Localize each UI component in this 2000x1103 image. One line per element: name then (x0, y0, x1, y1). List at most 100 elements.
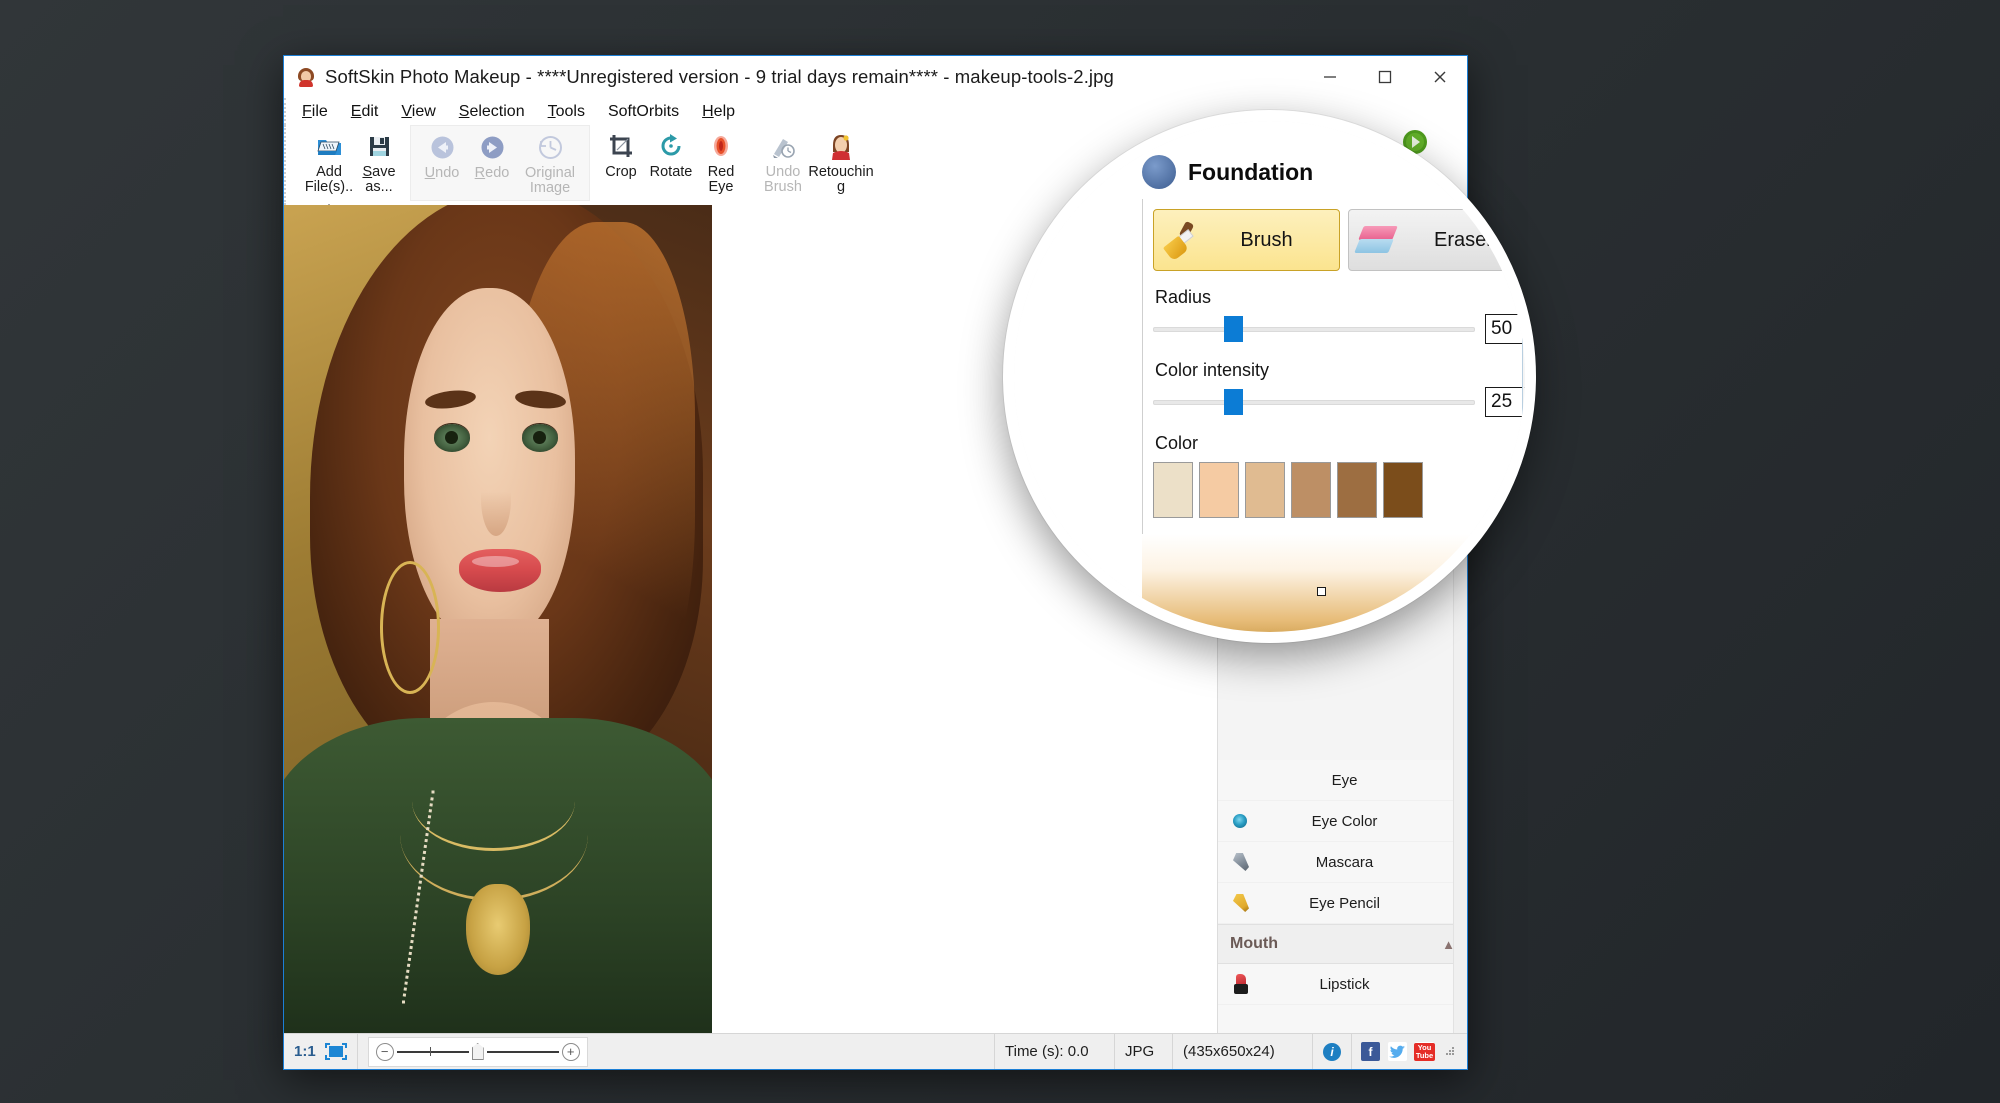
color-intensity-slider-knob[interactable] (1223, 389, 1243, 415)
color-swatch-2[interactable] (1245, 462, 1285, 518)
time-label: Time (s): 0.0 (1005, 1043, 1089, 1060)
crop-button[interactable]: Crop (596, 127, 646, 180)
sidebar-item-eye-pencil[interactable]: Eye Pencil (1218, 883, 1467, 924)
redo-label: Redo (474, 165, 510, 181)
paint-brush-icon (1162, 220, 1202, 262)
foundation-circle-icon-magnified (1142, 155, 1176, 189)
zoom-in-button[interactable]: + (561, 1042, 580, 1061)
toolbar-group-file: Add File(s)... Save as... (298, 125, 410, 210)
sidebar-item-mascara[interactable]: Mascara (1218, 842, 1467, 883)
rotate-label: Rotate (649, 164, 693, 180)
window-title: SoftSkin Photo Makeup - ****Unregistered… (325, 66, 1114, 87)
color-swatch-3[interactable] (1291, 462, 1331, 518)
add-files-button[interactable]: Add File(s)... (304, 127, 354, 210)
color-swatch-4[interactable] (1337, 462, 1377, 518)
clock-history-icon (537, 132, 564, 162)
radius-slider[interactable] (1153, 316, 1475, 342)
facebook-icon[interactable]: f (1361, 1042, 1380, 1061)
zoom-slider-track[interactable] (396, 1046, 469, 1056)
radius-value-field[interactable]: 50 (1485, 314, 1525, 344)
radius-slider-track[interactable] (1153, 327, 1475, 332)
save-as-label: Save as... (362, 164, 396, 195)
rotate-button[interactable]: Rotate (646, 127, 696, 180)
youtube-icon[interactable]: You Tube (1413, 1042, 1436, 1061)
menu-item-selection[interactable]: Selection (457, 102, 527, 122)
toolbar-group-history: Undo Redo Original Image (410, 125, 590, 201)
menu-label-tools: ools (555, 102, 585, 120)
undo-button[interactable]: Undo (417, 128, 467, 181)
magnified-panel-header: Foundation (1014, 121, 1525, 199)
window-controls (1302, 56, 1467, 98)
zoom-out-button[interactable]: − (375, 1042, 394, 1061)
color-swatch-5[interactable] (1383, 462, 1423, 518)
menu-item-tools[interactable]: Tools (546, 102, 587, 122)
image-canvas[interactable] (284, 205, 712, 1033)
toolbar-group-retouch: Undo Brush Retouching (752, 125, 880, 201)
sidebar-item-eye[interactable]: Eye (1218, 760, 1467, 801)
info-icon[interactable]: i (1323, 1042, 1341, 1061)
zoom-slider-knob[interactable] (471, 1043, 484, 1060)
fit-to-window-icon[interactable] (324, 1043, 347, 1060)
app-icon (296, 67, 316, 87)
crop-label: Crop (605, 164, 637, 180)
menu-item-view[interactable]: View (399, 102, 437, 122)
red-eye-button[interactable]: Red Eye (696, 127, 746, 195)
undo-label: Undo (424, 165, 460, 181)
undo-brush-icon (770, 131, 796, 161)
sidebar-item-eye-color[interactable]: Eye Color (1218, 801, 1467, 842)
zoom-ratio-label: 1:1 (294, 1043, 316, 1060)
original-image-label: Original Image (525, 165, 575, 196)
color-intensity-value-field[interactable]: 25 (1485, 387, 1525, 417)
gradient-marker[interactable] (1317, 587, 1326, 596)
resize-grip[interactable] (1442, 1044, 1458, 1059)
menu-item-edit[interactable]: Edit (349, 102, 381, 122)
color-intensity-label: Color intensity (1155, 360, 1270, 380)
save-as-button[interactable]: Save as... (354, 127, 404, 195)
eye-color-icon (1230, 810, 1252, 832)
menu-label-help: elp (713, 102, 736, 120)
menu-item-file[interactable]: File (300, 102, 330, 122)
status-bar: 1:1 − + Time (s): 0.0 JPG (435x650x24) i… (284, 1033, 1467, 1069)
color-intensity-slider-track[interactable] (1153, 400, 1475, 405)
zoom-ratio-cell[interactable]: 1:1 (284, 1034, 358, 1069)
menu-item-help[interactable]: Help (700, 102, 737, 122)
sidebar-section-mouth[interactable]: Mouth ▲ (1218, 924, 1467, 964)
open-folder-icon (316, 131, 343, 161)
original-image-button[interactable]: Original Image (517, 128, 583, 196)
minimize-button[interactable] (1302, 56, 1357, 98)
twitter-icon[interactable] (1388, 1042, 1407, 1061)
zoom-slider[interactable]: − + (367, 1036, 588, 1067)
sidebar-item-lipstick[interactable]: Lipstick (1218, 964, 1467, 1005)
magnified-panel-content: Foundation Brush Eraser Radius 50 Color … (1014, 121, 1525, 632)
eye-icon (1230, 769, 1252, 791)
mode-buttons: Brush Eraser (1153, 209, 1525, 271)
portrait-photo (284, 205, 712, 1033)
eraser-mode-label: Eraser (1434, 228, 1493, 251)
menu-item-softorbits[interactable]: SoftOrbits (606, 102, 681, 122)
dimensions-label: (435x650x24) (1183, 1043, 1275, 1060)
eraser-mode-button[interactable]: Eraser (1348, 209, 1525, 271)
maximize-button[interactable] (1357, 56, 1412, 98)
format-label: JPG (1125, 1043, 1155, 1060)
toolbar-group-edit: Crop Rotate Red Eye (590, 125, 752, 201)
close-button[interactable] (1412, 56, 1467, 98)
zoom-slider-track-right[interactable] (486, 1050, 559, 1053)
info-cell[interactable]: i (1313, 1034, 1352, 1069)
rotate-icon (658, 131, 684, 161)
menu-label-selection: election (469, 102, 525, 120)
foundation-gradient-preview[interactable] (1142, 534, 1525, 632)
color-intensity-slider-row: 25 (1153, 387, 1525, 417)
color-swatch-1[interactable] (1199, 462, 1239, 518)
magnified-panel-title: Foundation (1188, 158, 1314, 185)
brush-mode-button[interactable]: Brush (1153, 209, 1340, 271)
color-intensity-slider[interactable] (1153, 389, 1475, 415)
crop-icon (608, 131, 634, 161)
radius-slider-knob[interactable] (1223, 316, 1243, 342)
redo-button[interactable]: Redo (467, 128, 517, 181)
color-swatch-0[interactable] (1153, 462, 1193, 518)
retouching-button[interactable]: Retouching (808, 127, 874, 195)
radius-label: Radius (1155, 287, 1212, 307)
undo-brush-button[interactable]: Undo Brush (758, 127, 808, 195)
menu-label-file: ile (311, 102, 328, 120)
retouching-label: Retouching (808, 164, 874, 195)
